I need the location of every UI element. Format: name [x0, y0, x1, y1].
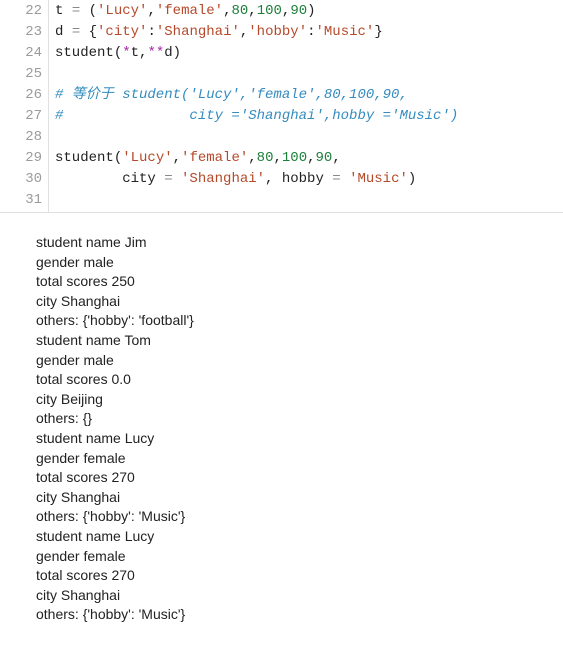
- line-number: 31: [0, 190, 42, 211]
- token: ,: [173, 150, 181, 166]
- code-line: [55, 127, 563, 148]
- token: ,: [147, 3, 155, 19]
- token: [341, 171, 349, 187]
- token: 'female': [156, 3, 223, 19]
- code-content: t = ('Lucy','female',80,100,90)d = {'cit…: [49, 0, 563, 212]
- token: =: [332, 171, 340, 187]
- line-number: 23: [0, 22, 42, 43]
- token: 90: [316, 150, 333, 166]
- output-text: student name Jim gender male total score…: [0, 213, 563, 625]
- token: d: [55, 24, 72, 40]
- code-line: [55, 190, 563, 211]
- line-number: 30: [0, 169, 42, 190]
- token: city: [55, 171, 164, 187]
- code-line: city = 'Shanghai', hobby = 'Music'): [55, 169, 563, 190]
- token: d): [164, 45, 181, 61]
- token: ): [307, 3, 315, 19]
- line-number: 24: [0, 43, 42, 64]
- token: (: [80, 3, 97, 19]
- code-line: # city ='Shanghai',hobby ='Music'): [55, 106, 563, 127]
- token: 'Lucy': [97, 3, 147, 19]
- token: 'female': [181, 150, 248, 166]
- token: # city ='Shanghai',hobby ='Music'): [55, 108, 458, 124]
- code-line: # 等价于 student('Lucy','female',80,100,90,: [55, 85, 563, 106]
- token: =: [164, 171, 172, 187]
- code-line: t = ('Lucy','female',80,100,90): [55, 1, 563, 22]
- token: {: [80, 24, 97, 40]
- token: , hobby: [265, 171, 332, 187]
- token: t: [55, 3, 72, 19]
- token: 90: [290, 3, 307, 19]
- token: 'Shanghai': [156, 24, 240, 40]
- token: ,: [248, 150, 256, 166]
- token: student: [55, 150, 114, 166]
- token: [173, 171, 181, 187]
- token: student: [55, 45, 114, 61]
- code-line: student(*t,**d): [55, 43, 563, 64]
- token: 80: [231, 3, 248, 19]
- token: ,: [273, 150, 281, 166]
- token: t,: [131, 45, 148, 61]
- token: 100: [257, 3, 282, 19]
- token: (: [114, 150, 122, 166]
- token: (: [114, 45, 122, 61]
- token: 80: [257, 150, 274, 166]
- token: ,: [332, 150, 340, 166]
- token: =: [72, 24, 80, 40]
- token: :: [307, 24, 315, 40]
- line-number-gutter: 22232425262728293031: [0, 0, 49, 212]
- token: 'city': [97, 24, 147, 40]
- code-line: d = {'city':'Shanghai','hobby':'Music'}: [55, 22, 563, 43]
- token: =: [72, 3, 80, 19]
- code-cell: 22232425262728293031 t = ('Lucy','female…: [0, 0, 563, 213]
- token: 'Music': [349, 171, 408, 187]
- line-number: 27: [0, 106, 42, 127]
- token: 100: [282, 150, 307, 166]
- line-number: 29: [0, 148, 42, 169]
- token: ,: [307, 150, 315, 166]
- token: *: [122, 45, 130, 61]
- line-number: 28: [0, 127, 42, 148]
- code-line: student('Lucy','female',80,100,90,: [55, 148, 563, 169]
- token: # 等价于 student('Lucy','female',80,100,90,: [55, 87, 408, 103]
- token: 'Lucy': [122, 150, 172, 166]
- line-number: 22: [0, 1, 42, 22]
- line-number: 26: [0, 85, 42, 106]
- token: 'hobby': [248, 24, 307, 40]
- code-line: [55, 64, 563, 85]
- token: ): [408, 171, 416, 187]
- token: **: [147, 45, 164, 61]
- token: 'Shanghai': [181, 171, 265, 187]
- token: :: [147, 24, 155, 40]
- line-number: 25: [0, 64, 42, 85]
- token: 'Music': [316, 24, 375, 40]
- token: }: [374, 24, 382, 40]
- token: ,: [248, 3, 256, 19]
